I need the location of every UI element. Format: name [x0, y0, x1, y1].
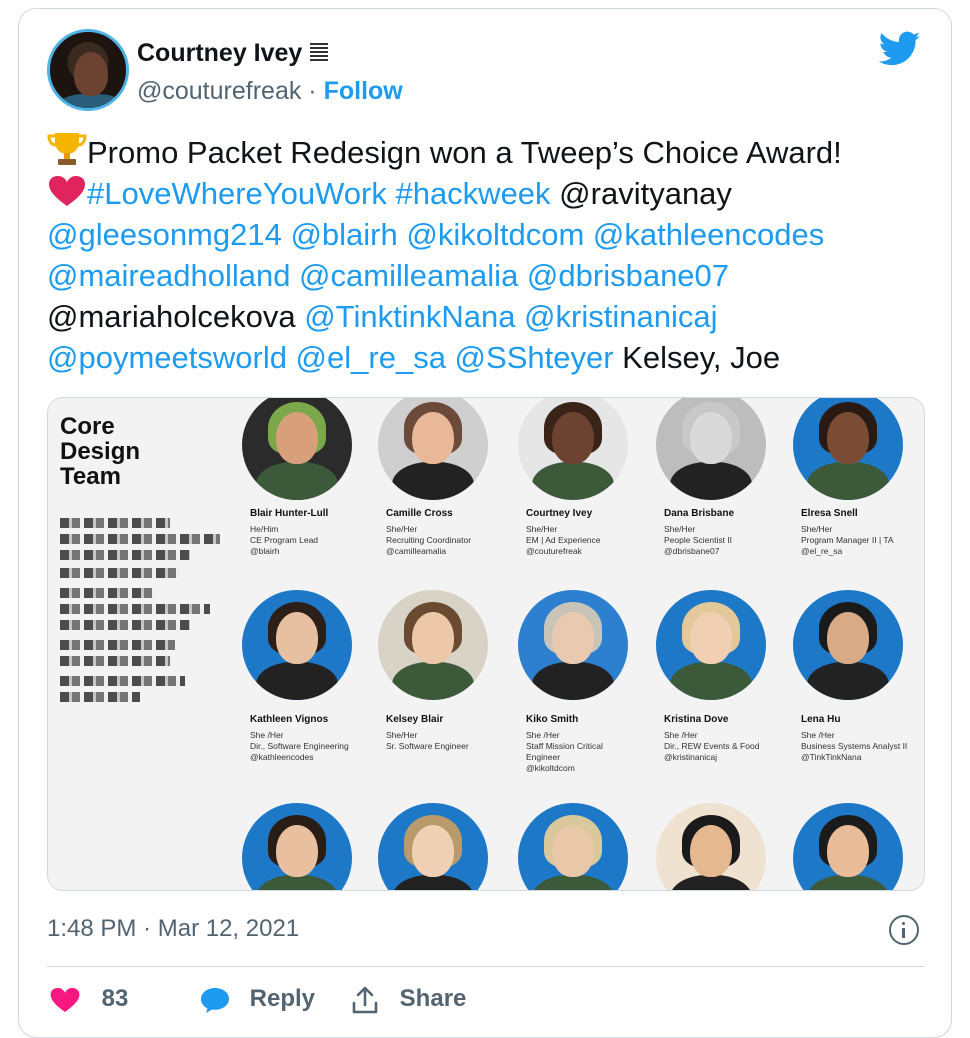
team-member-details: She /Her Dir., Software Engineering @kathl… — [250, 730, 349, 762]
team-member-details: She /Her Business Systems Analyst II @Tink… — [801, 730, 908, 762]
team-member-details: She/Her Program Manager II | TA @el_re_sa — [801, 524, 894, 556]
redacted-text — [60, 604, 210, 614]
author-name[interactable]: Courtney Ivey — [137, 39, 329, 68]
team-member-name: Camille Cross — [386, 508, 453, 519]
team-member-photo — [518, 590, 628, 700]
tweet-headline: Promo Packet Redesign won a Tweep’s Choi… — [87, 135, 842, 170]
team-member-photo — [656, 398, 766, 500]
tweet-line-6-mentions[interactable]: @poymeetsworld @el_re_sa @SShteyer — [47, 340, 614, 375]
tweet-card: Courtney Ivey @couturefreak · Follow Pro… — [18, 8, 952, 1038]
tweet-line-5-mentions[interactable]: @TinktinkNana @kristinanicaj — [304, 299, 717, 334]
flag-icon — [310, 43, 329, 63]
redacted-text — [60, 588, 155, 598]
mention-plain-mariaholcekova: @mariaholcekova — [47, 299, 296, 334]
tweet-line-3-mentions[interactable]: @gleesonmg214 @blairh @kikoltdcom @kathl… — [47, 214, 937, 255]
share-label: Share — [399, 985, 467, 1013]
team-member-photo — [793, 803, 903, 890]
author-avatar[interactable] — [47, 29, 129, 111]
team-member-photo — [518, 803, 628, 890]
team-member-photo — [242, 803, 352, 890]
red-heart-emoji — [49, 176, 85, 206]
mention-plain-ravityanay: @ravityanay — [559, 176, 732, 211]
hashtags[interactable]: #LoveWhereYouWork #hackweek — [87, 176, 551, 211]
author-handle[interactable]: @couturefreak — [137, 77, 301, 105]
tweet-image[interactable]: Core Design Team Blair Hunter-Lull He/Him… — [47, 397, 925, 891]
team-member-details: She/Her EM | Ad Experience @couturefreak — [526, 524, 601, 556]
team-member-photo — [656, 590, 766, 700]
team-member-photo — [793, 398, 903, 500]
team-member-name: Kristina Dove — [664, 714, 729, 725]
redacted-text — [60, 534, 220, 544]
tweet-date[interactable]: Mar 12, 2021 — [158, 915, 299, 942]
tweet-timestamp[interactable]: 1:48 PM · Mar 12, 2021 — [47, 915, 299, 943]
divider — [47, 966, 925, 967]
team-member-details: She /Her Staff Mission Critical Engineer @k… — [526, 730, 603, 773]
tweet-time[interactable]: 1:48 PM — [47, 915, 136, 942]
tweet-line-4-mentions[interactable]: @maireadholland @camilleamalia @dbrisban… — [47, 255, 937, 296]
team-member-details: She/Her Sr. Software Engineer — [386, 730, 469, 751]
team-member-name: Courtney Ivey — [526, 508, 593, 519]
team-member-name: Kiko Smith — [526, 714, 579, 725]
handle-separator: · — [308, 77, 317, 105]
tweet-line-2: #LoveWhereYouWork #hackweek @ravityanay — [47, 173, 937, 214]
team-member-photo — [793, 590, 903, 700]
redacted-text — [60, 568, 180, 578]
timestamp-separator: · — [143, 915, 152, 942]
team-member-details: She/Her People Scientist II @dbrisbane07 — [664, 524, 733, 556]
redacted-text — [60, 550, 190, 560]
team-member-photo — [378, 590, 488, 700]
team-member-photo — [656, 803, 766, 890]
tweet-line-6: @poymeetsworld @el_re_sa @SShteyer Kelse… — [47, 337, 937, 378]
redacted-text — [60, 640, 175, 650]
team-member-name: Kathleen Vignos — [250, 714, 329, 725]
team-member-name: Elresa Snell — [801, 508, 858, 519]
redacted-text — [60, 656, 170, 666]
tweet-line-5: @mariaholcekova @TinktinkNana @kristinan… — [47, 296, 937, 337]
team-member-photo — [242, 590, 352, 700]
media-title: Core Design Team — [60, 413, 141, 490]
team-member-details: She/Her Recruiting Coordinator @camilleama… — [386, 524, 472, 556]
team-member-name: Kelsey Blair — [386, 714, 444, 725]
trophy-emoji — [47, 133, 87, 165]
team-member-name: Lena Hu — [801, 714, 841, 725]
twitter-bird-icon[interactable] — [879, 31, 921, 67]
redacted-text — [60, 620, 190, 630]
follow-button[interactable]: Follow — [324, 77, 403, 105]
like-button[interactable]: 83 — [49, 985, 128, 1014]
team-member-photo — [378, 803, 488, 890]
team-member-details: She /Her Dir., REW Events & Food @kristina… — [664, 730, 760, 762]
team-member-name: Dana Brisbane — [664, 508, 735, 519]
team-member-photo — [378, 398, 488, 500]
like-count: 83 — [101, 985, 129, 1012]
reply-bubble-icon — [201, 987, 229, 1013]
tweet-text: Promo Packet Redesign won a Tweep’s Choi… — [47, 131, 937, 378]
team-member-details: He/Him CE Program Lead @blairh — [250, 524, 319, 556]
team-member-name: Blair Hunter-Lull — [250, 508, 329, 519]
reply-button[interactable]: Reply — [199, 985, 315, 1014]
author-name-text[interactable]: Courtney Ivey — [137, 39, 302, 67]
heart-icon — [50, 987, 80, 1012]
redacted-text — [60, 676, 185, 686]
info-icon[interactable] — [889, 915, 919, 945]
tweet-line-6-names: Kelsey, Joe — [622, 340, 781, 375]
redacted-text — [60, 518, 170, 528]
share-button[interactable]: Share — [351, 985, 466, 1015]
reply-label: Reply — [249, 985, 316, 1012]
author-handle-row: @couturefreak · Follow — [137, 77, 403, 106]
share-icon — [352, 986, 378, 1014]
team-member-photo — [518, 398, 628, 500]
team-member-photo — [242, 398, 352, 500]
redacted-text — [60, 692, 140, 702]
tweet-line-1: Promo Packet Redesign won a Tweep’s Choi… — [47, 131, 937, 173]
